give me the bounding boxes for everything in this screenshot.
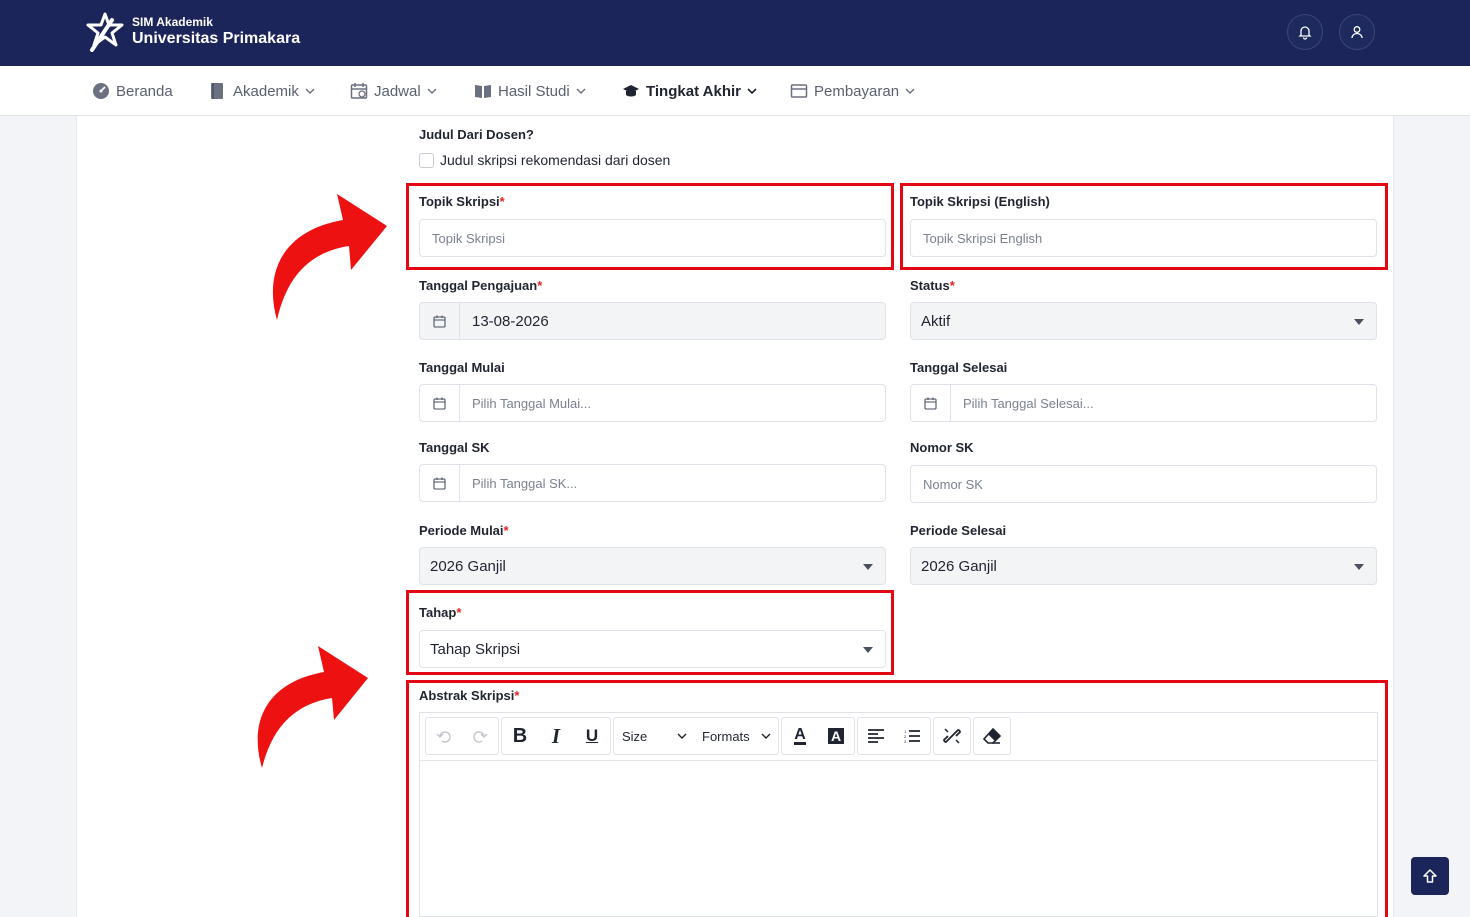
chevron-down-icon	[905, 88, 915, 94]
periode-selesai-value: 2026 Ganjil	[921, 557, 997, 575]
nav-hasil-studi-label: Hasil Studi	[498, 82, 570, 100]
tgl-sk-input[interactable]: Pilih Tanggal SK...	[419, 464, 886, 502]
nav-beranda-label: Beranda	[116, 82, 173, 100]
status-label-text: Status	[910, 278, 950, 293]
book-icon	[211, 83, 223, 99]
open-book-icon	[475, 85, 491, 98]
tgl-pengajuan-input[interactable]: 13-08-2026	[419, 302, 886, 340]
nav-beranda[interactable]: Beranda	[92, 66, 173, 116]
logo-icon	[86, 12, 124, 52]
nav-tingkat-akhir[interactable]: Tingkat Akhir	[622, 66, 757, 116]
periode-selesai-select[interactable]: 2026 Ganjil	[910, 547, 1377, 585]
graduation-cap-icon	[623, 85, 639, 97]
judul-dosen-checkbox-label: Judul skripsi rekomendasi dari dosen	[440, 152, 671, 168]
top-header: SIM Akademik Universitas Primakara	[0, 0, 1470, 66]
highlight-topik-english	[900, 183, 1388, 270]
tgl-selesai-label: Tanggal Selesai	[910, 360, 1008, 375]
arrow-up-icon	[1423, 869, 1437, 883]
tgl-sk-placeholder: Pilih Tanggal SK...	[472, 475, 578, 491]
nomor-sk-label: Nomor SK	[910, 440, 974, 455]
required-mark: *	[503, 523, 509, 538]
periode-mulai-value: 2026 Ganjil	[430, 557, 506, 575]
caret-down-icon	[1354, 319, 1364, 325]
chevron-down-icon	[427, 88, 437, 94]
profile-button[interactable]	[1339, 14, 1375, 50]
calendar-icon	[911, 385, 951, 421]
arrow-icon	[272, 194, 387, 320]
nav-pembayaran[interactable]: Pembayaran	[790, 66, 915, 116]
judul-dosen-checkbox[interactable]	[419, 152, 434, 168]
nav-pembayaran-label: Pembayaran	[814, 82, 900, 100]
bell-icon	[1298, 26, 1312, 40]
chevron-down-icon	[305, 88, 315, 94]
chevron-down-icon	[576, 88, 586, 94]
tgl-sk-label: Tanggal SK	[419, 440, 490, 455]
status-select[interactable]: Aktif	[910, 302, 1377, 340]
nav-jadwal[interactable]: Jadwal	[350, 66, 437, 116]
nav-akademik[interactable]: Akademik	[209, 66, 315, 116]
dashboard-icon	[93, 83, 109, 99]
calendar-icon	[420, 465, 460, 501]
tgl-mulai-placeholder: Pilih Tanggal Mulai...	[472, 395, 591, 411]
periode-selesai-label: Periode Selesai	[910, 523, 1007, 538]
scroll-top-button[interactable]	[1411, 857, 1449, 895]
arrow-icon	[257, 646, 368, 768]
brand-subtitle: SIM Akademik	[132, 15, 213, 29]
judul-dosen-checkbox-row[interactable]: Judul skripsi rekomendasi dari dosen	[419, 152, 670, 168]
calendar-icon	[420, 385, 460, 421]
tgl-mulai-input[interactable]: Pilih Tanggal Mulai...	[419, 384, 886, 422]
nav-hasil-studi[interactable]: Hasil Studi	[474, 66, 586, 116]
caret-down-icon	[1354, 564, 1364, 570]
tgl-mulai-label: Tanggal Mulai	[419, 360, 505, 375]
nomor-sk-placeholder: Nomor SK	[923, 476, 983, 492]
tgl-pengajuan-label: Tanggal Pengajuan*	[419, 278, 542, 293]
brand[interactable]: SIM Akademik Universitas Primakara	[86, 12, 300, 52]
periode-mulai-select[interactable]: 2026 Ganjil	[419, 547, 886, 585]
calendar-icon	[420, 303, 460, 339]
status-value: Aktif	[921, 312, 951, 330]
required-mark: *	[537, 278, 543, 293]
caret-down-icon	[863, 564, 873, 570]
status-label: Status*	[910, 278, 955, 293]
payment-icon	[790, 84, 808, 98]
judul-dosen-label: Judul Dari Dosen?	[419, 127, 534, 142]
nav-jadwal-label: Jadwal	[374, 82, 421, 100]
brand-title: Universitas Primakara	[132, 30, 301, 47]
tgl-selesai-input[interactable]: Pilih Tanggal Selesai...	[910, 384, 1377, 422]
periode-mulai-label: Periode Mulai*	[419, 523, 509, 538]
tgl-pengajuan-value: 13-08-2026	[472, 312, 549, 330]
main-nav: Beranda Akademik Jadwal Hasil Studi Ting…	[0, 66, 1470, 116]
nomor-sk-input[interactable]: Nomor SK	[910, 465, 1377, 503]
nav-tingkat-akhir-label: Tingkat Akhir	[646, 82, 742, 100]
periode-mulai-label-text: Periode Mulai	[419, 523, 504, 538]
chevron-down-icon	[747, 88, 757, 95]
tgl-selesai-placeholder: Pilih Tanggal Selesai...	[963, 395, 1094, 411]
nav-akademik-label: Akademik	[233, 82, 299, 100]
highlight-abstrak	[406, 680, 1388, 917]
highlight-tahap	[406, 590, 894, 675]
tgl-pengajuan-label-text: Tanggal Pengajuan	[419, 278, 538, 293]
calendar-icon	[350, 83, 368, 99]
user-icon	[1351, 26, 1363, 39]
highlight-topik	[406, 183, 894, 270]
required-mark: *	[949, 278, 955, 293]
notification-button[interactable]	[1287, 14, 1323, 50]
